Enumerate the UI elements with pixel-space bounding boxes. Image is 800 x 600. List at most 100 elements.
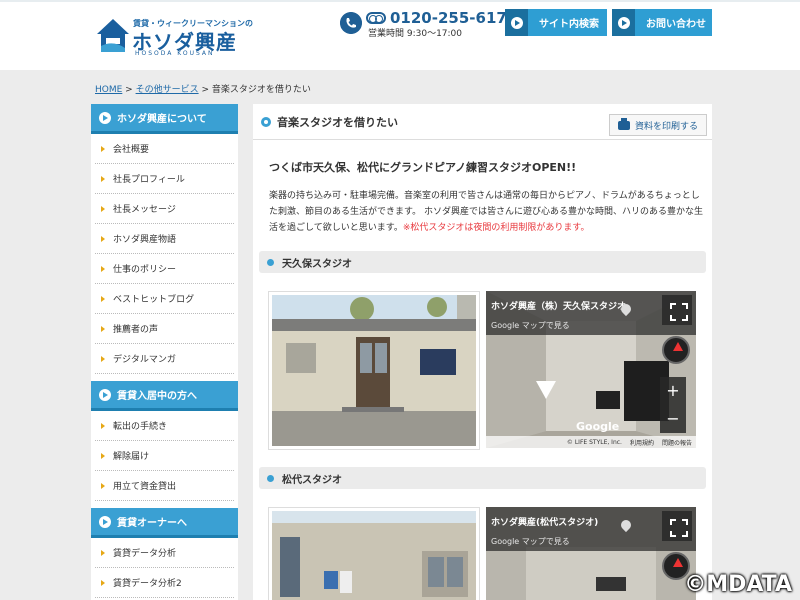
sidebar-item-loan[interactable]: 用立て資金貸出 <box>95 471 234 501</box>
intro-note: ※松代スタジオは夜間の利用制限があります。 <box>402 223 590 233</box>
sidebar-item-rent-analysis[interactable]: 賃貸データ分析 <box>95 538 234 568</box>
site-search-label: サイト内検索 <box>539 19 599 30</box>
free-dial-icon <box>366 12 386 24</box>
map-footer: © LIFE STYLE, Inc. 利用規約 問題の報告 <box>486 436 696 448</box>
sidebar-item-label: 転出の手続き <box>113 422 168 432</box>
phone-number[interactable]: 0120-255-617 <box>390 9 507 27</box>
bullet-triangle-icon <box>101 325 105 332</box>
lead-headline: つくば市天久保、松代にグランドピアノ練習スタジオOPEN!! <box>269 161 577 174</box>
bullet-triangle-icon <box>101 235 105 242</box>
arrow-circle-icon <box>612 9 635 36</box>
section-heading-amakubo: 天久保スタジオ <box>259 251 706 273</box>
google-logo: Google <box>576 420 620 433</box>
sidebar-item-testimonials[interactable]: 推薦者の声 <box>95 314 234 344</box>
studio-photo-amakubo <box>268 291 480 450</box>
zoom-control: + − <box>660 377 686 433</box>
bullet-triangle-icon <box>101 482 105 489</box>
sidebar-item-blog[interactable]: ベストヒットブログ <box>95 284 234 314</box>
business-hours: 営業時間 9:30〜17:00 <box>368 29 463 39</box>
section-heading-matsushiro: 松代スタジオ <box>259 467 706 489</box>
sidebar-item-rent-analysis-2[interactable]: 賃貸データ分析2 <box>95 568 234 598</box>
compass-icon[interactable] <box>662 336 690 364</box>
sidebar-item-label: デジタルマンガ <box>113 355 176 365</box>
sidebar-item-president-profile[interactable]: 社長プロフィール <box>95 164 234 194</box>
breadcrumb-separator: > <box>198 85 212 95</box>
page-title: 音楽スタジオを借りたい <box>277 115 398 129</box>
breadcrumb-separator: > <box>122 85 136 95</box>
streetview-map-amakubo[interactable]: ホソダ興産（株）天久保スタジオ Google マップで見る + − Google… <box>486 291 696 448</box>
sidebar-heading-label: ホソダ興産について <box>117 114 207 125</box>
page-header: 音楽スタジオを借りたい 資料を印刷する <box>253 104 712 140</box>
studio-building-image <box>272 295 476 446</box>
section-title: 天久保スタジオ <box>282 258 352 270</box>
breadcrumb-parent[interactable]: その他サービス <box>136 85 199 95</box>
site-header: 賃貸・ウィークリーマンションの ホソダ興産 HOSODA KOUSAN 0120… <box>0 0 800 70</box>
site-logo[interactable]: 賃貸・ウィークリーマンションの ホソダ興産 HOSODA KOUSAN <box>95 16 253 57</box>
bullet-triangle-icon <box>101 452 105 459</box>
sidebar-item-policy[interactable]: 仕事のポリシー <box>95 254 234 284</box>
logo-roman: HOSODA KOUSAN <box>135 50 215 57</box>
sidebar-item-manga[interactable]: デジタルマンガ <box>95 344 234 374</box>
breadcrumb-current: 音楽スタジオを借りたい <box>211 85 311 95</box>
phone-contact: 0120-255-617 営業時間 9:30〜17:00 <box>340 8 507 39</box>
section-title: 松代スタジオ <box>282 474 342 486</box>
map-terms-link[interactable]: 利用規約 <box>630 438 654 447</box>
zoom-in-button[interactable]: + <box>660 377 686 405</box>
sidebar-item-label: 推薦者の声 <box>113 325 159 335</box>
sidebar-item-move-out[interactable]: 転出の手続き <box>95 411 234 441</box>
sidebar: ホソダ興産について 会社概要 社長プロフィール 社長メッセージ ホソダ興産物語 … <box>91 104 238 600</box>
sidebar-item-label: 社長メッセージ <box>113 205 176 215</box>
sidebar-heading-label: 賃貸入居中の方へ <box>117 391 197 402</box>
streetview-map-matsushiro[interactable]: ホソダ興産(松代スタジオ) Google マップで見る <box>486 507 696 600</box>
view-in-google-maps-link[interactable]: Google マップで見る <box>491 536 570 547</box>
print-button[interactable]: 資料を印刷する <box>609 114 707 136</box>
contact-button[interactable]: お問い合わせ <box>612 9 712 36</box>
fullscreen-icon[interactable] <box>662 511 692 541</box>
map-report-link[interactable]: 問題の報告 <box>662 438 692 447</box>
sidebar-item-label: ベストヒットブログ <box>113 295 195 305</box>
studio-building-image <box>272 511 476 600</box>
bullet-dot-icon <box>267 474 274 482</box>
breadcrumb: HOME > その他サービス > 音楽スタジオを借りたい <box>95 82 311 95</box>
house-logo-icon <box>97 19 129 52</box>
bullet-triangle-icon <box>101 422 105 429</box>
bullet-triangle-icon <box>101 295 105 302</box>
phone-icon <box>340 12 362 34</box>
site-search-button[interactable]: サイト内検索 <box>505 9 607 36</box>
sidebar-item-label: 賃貸データ分析 <box>113 549 177 559</box>
print-label: 資料を印刷する <box>634 121 698 132</box>
sidebar-heading-tenants[interactable]: 賃貸入居中の方へ <box>91 381 238 411</box>
bullet-triangle-icon <box>101 579 105 586</box>
breadcrumb-home[interactable]: HOME <box>95 85 122 95</box>
sidebar-item-label: 仕事のポリシー <box>113 265 177 275</box>
sidebar-item-label: 用立て資金貸出 <box>113 482 177 492</box>
sidebar-item-president-message[interactable]: 社長メッセージ <box>95 194 234 224</box>
arrow-circle-icon <box>99 388 111 401</box>
sidebar-item-company[interactable]: 会社概要 <box>95 134 234 164</box>
bullet-triangle-icon <box>101 265 105 272</box>
zoom-out-button[interactable]: − <box>660 405 686 433</box>
bullet-triangle-icon <box>101 145 105 152</box>
contact-label: お問い合わせ <box>646 19 706 30</box>
map-place-title[interactable]: ホソダ興産（株）天久保スタジオ <box>491 299 626 312</box>
sidebar-heading-owners[interactable]: 賃貸オーナーへ <box>91 508 238 538</box>
sidebar-item-label: ホソダ興産物語 <box>113 235 177 245</box>
sidebar-item-label: 賃貸データ分析2 <box>113 579 182 589</box>
fullscreen-icon[interactable] <box>662 295 692 325</box>
sidebar-item-cancellation[interactable]: 解除届け <box>95 441 234 471</box>
sidebar-item-label: 解除届け <box>113 452 150 462</box>
arrow-circle-icon <box>99 515 111 528</box>
map-place-title[interactable]: ホソダ興産(松代スタジオ) <box>491 515 598 528</box>
studio-photo-matsushiro <box>268 507 480 600</box>
bullet-triangle-icon <box>101 175 105 182</box>
intro-text: 楽器の持ち込み可・駐車場完備。音楽室の利用で皆さんは通常の毎日からピアノ、ドラム… <box>269 188 703 236</box>
bullet-triangle-icon <box>101 355 105 362</box>
arrow-circle-icon <box>99 111 111 124</box>
sidebar-heading-about[interactable]: ホソダ興産について <box>91 104 238 134</box>
sidebar-item-label: 社長プロフィール <box>113 175 185 185</box>
sidebar-heading-label: 賃貸オーナーへ <box>117 518 187 529</box>
sidebar-item-label: 会社概要 <box>113 145 150 155</box>
arrow-circle-icon <box>505 9 528 36</box>
view-in-google-maps-link[interactable]: Google マップで見る <box>491 320 570 331</box>
sidebar-item-story[interactable]: ホソダ興産物語 <box>95 224 234 254</box>
